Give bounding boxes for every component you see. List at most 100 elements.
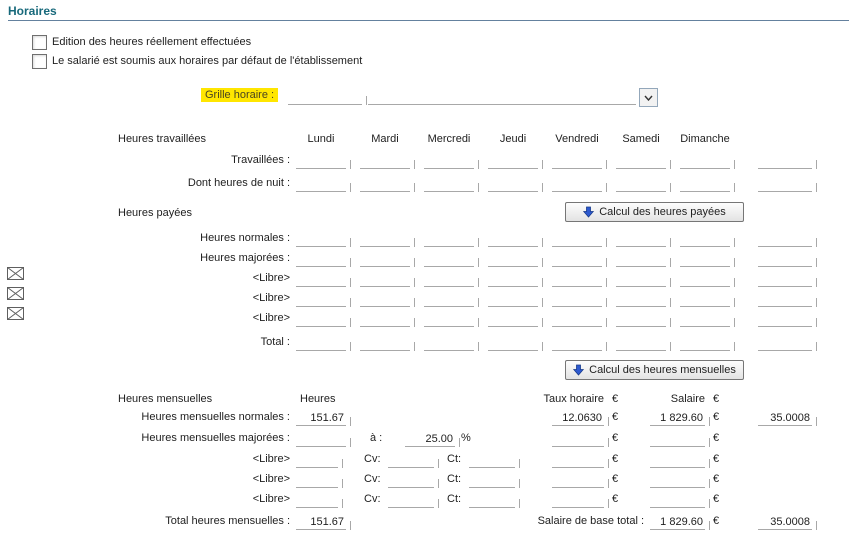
travaillees-field[interactable] [296,155,351,169]
libre-field[interactable] [360,313,415,327]
heures-normales-field[interactable] [680,233,735,247]
day-header-mercredi: Mercredi [427,133,471,145]
libre-field[interactable] [616,273,671,287]
libre-field[interactable] [680,313,735,327]
travaillees-field[interactable] [360,155,415,169]
libre-field[interactable] [552,313,607,327]
monthly-total-coef-value: 35.0008 [770,516,810,528]
monthly-majorees-salaire-field[interactable] [650,433,710,447]
ct-field[interactable] [469,474,520,488]
libre-field[interactable] [296,293,351,307]
total-field [488,337,543,351]
libre-field[interactable] [296,273,351,287]
monthly-libre-taux-field[interactable] [552,474,609,488]
cv-field[interactable] [388,474,439,488]
grille-code-field[interactable] [288,91,367,105]
ct-label: Ct: [447,453,462,465]
heures-majorees-field[interactable] [296,253,351,267]
heures-nuit-field[interactable] [616,178,671,192]
travaillees-label: Travaillées : [231,154,290,166]
libre-field[interactable] [424,293,479,307]
heures-normales-field[interactable] [552,233,607,247]
heures-nuit-field[interactable] [680,178,735,192]
grille-name-field[interactable] [368,91,636,105]
grille-dropdown-button[interactable] [639,88,658,107]
travaillees-week-total-field [758,155,817,169]
heures-nuit-field[interactable] [488,178,543,192]
calc-monthly-hours-button[interactable]: Calcul des heures mensuelles [565,360,744,380]
libre-field[interactable] [680,293,735,307]
day-header-vendredi: Vendredi [555,133,599,145]
heures-majorees-week-total-field [758,253,817,267]
travaillees-field[interactable] [680,155,735,169]
libre-field[interactable] [488,313,543,327]
libre-field[interactable] [552,273,607,287]
monthly-normales-label: Heures mensuelles normales : [141,411,290,423]
monthly-normales-coef-field[interactable]: 35.0008 [758,412,817,426]
monthly-normales-heures-field[interactable]: 151.67 [296,412,351,426]
libre-field[interactable] [488,273,543,287]
monthly-libre-heures-field[interactable] [296,454,343,468]
libre-field[interactable] [552,293,607,307]
monthly-libre-salaire-field[interactable] [650,454,710,468]
heures-nuit-field[interactable] [424,178,479,192]
heures-majorees-field[interactable] [552,253,607,267]
monthly-libre-salaire-field[interactable] [650,494,710,508]
travaillees-field[interactable] [488,155,543,169]
heures-normales-field[interactable] [360,233,415,247]
heures-normales-week-total-field [758,233,817,247]
libre-row-3: <Libre> [0,310,857,328]
libre-formula-button-1[interactable] [7,267,24,280]
monthly-majorees-row: Heures mensuelles majorées : à : 25.00 %… [0,430,857,448]
heures-majorees-field[interactable] [680,253,735,267]
monthly-libre-taux-field[interactable] [552,494,609,508]
heures-normales-field[interactable] [616,233,671,247]
libre-field[interactable] [488,293,543,307]
ct-field[interactable] [469,494,520,508]
monthly-normales-taux-field[interactable]: 12.0630 [552,412,609,426]
travaillees-field[interactable] [616,155,671,169]
libre-field[interactable] [360,293,415,307]
majorees-rate-field[interactable]: 25.00 [405,433,460,447]
libre-field[interactable] [424,313,479,327]
edit-real-hours-checkbox[interactable] [32,35,47,50]
heures-nuit-field[interactable] [552,178,607,192]
monthly-libre-heures-field[interactable] [296,474,343,488]
heures-majorees-field[interactable] [360,253,415,267]
default-schedule-label: Le salarié est soumis aux horaires par d… [52,55,363,67]
monthly-libre-salaire-field[interactable] [650,474,710,488]
libre-formula-button-2[interactable] [7,287,24,300]
libre-field[interactable] [680,273,735,287]
libre-formula-button-3[interactable] [7,307,24,320]
heures-normales-field[interactable] [296,233,351,247]
heures-normales-field[interactable] [488,233,543,247]
heures-majorees-field[interactable] [616,253,671,267]
default-schedule-checkbox[interactable] [32,54,47,69]
libre-field[interactable] [616,313,671,327]
travaillees-field[interactable] [424,155,479,169]
down-arrow-icon [583,206,595,218]
calc-paid-hours-button[interactable]: Calcul des heures payées [565,202,744,222]
heures-majorees-field[interactable] [488,253,543,267]
libre-field[interactable] [296,313,351,327]
travaillees-field[interactable] [552,155,607,169]
monthly-majorees-heures-field[interactable] [296,433,351,447]
salaire-base-total-label: Salaire de base total : [537,515,644,527]
monthly-libre-taux-field[interactable] [552,454,609,468]
heures-nuit-field[interactable] [296,178,351,192]
monthly-normales-salaire-value: 1 829.60 [660,412,703,424]
monthly-majorees-taux-field[interactable] [552,433,609,447]
libre-field[interactable] [616,293,671,307]
libre-field[interactable] [424,273,479,287]
heures-nuit-field[interactable] [360,178,415,192]
heures-majorees-field[interactable] [424,253,479,267]
heures-normales-field[interactable] [424,233,479,247]
libre-field[interactable] [360,273,415,287]
monthly-normales-salaire-field[interactable]: 1 829.60 [650,412,710,426]
cv-field[interactable] [388,454,439,468]
total-field [680,337,735,351]
monthly-libre-heures-field[interactable] [296,494,343,508]
cv-field[interactable] [388,494,439,508]
page-title: Horaires [8,4,57,18]
ct-field[interactable] [469,454,520,468]
